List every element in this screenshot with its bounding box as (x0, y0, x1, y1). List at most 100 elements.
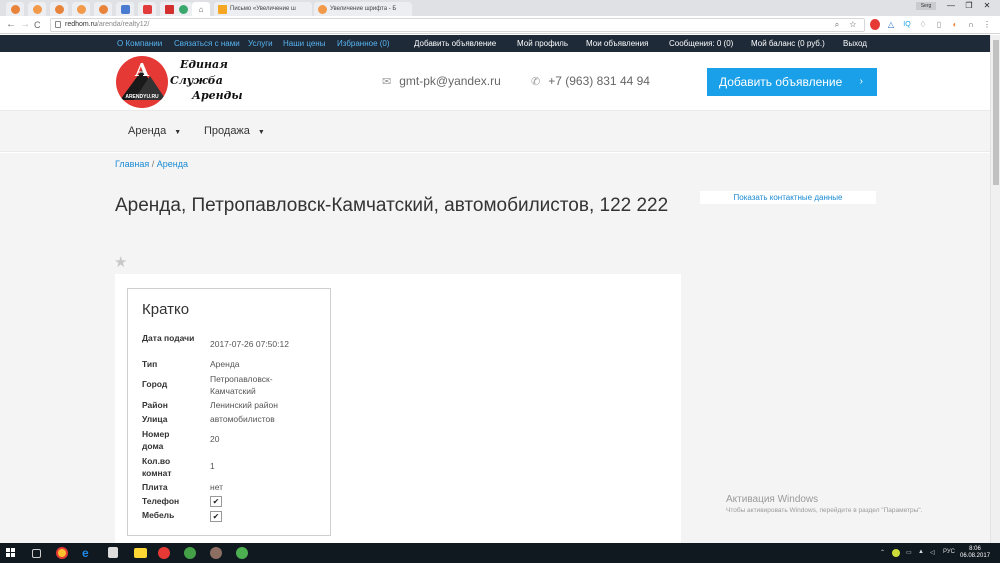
bookmark-star-icon[interactable]: ⌕ ☆ (835, 19, 860, 31)
close-button[interactable]: ✕ (974, 0, 1000, 12)
nav-link-prices[interactable]: Наши цены (283, 39, 325, 48)
nav-link-balance[interactable]: Мой баланс (0 руб.) (751, 39, 825, 48)
url-path: /arenda/realty12/ (96, 21, 150, 28)
page-scrollbar[interactable] (990, 35, 1000, 543)
field-value: 1 (210, 461, 215, 471)
field-label: Дата подачи (142, 333, 195, 343)
breadcrumb-home[interactable]: Главная (115, 159, 149, 169)
nav-link-logout[interactable]: Выход (843, 39, 867, 48)
forward-arrow-icon[interactable]: → (20, 19, 30, 31)
app-icon[interactable] (210, 547, 222, 559)
windows-start-icon[interactable] (6, 548, 16, 558)
field-value: 2017-07-26 07:50:12 (210, 339, 289, 349)
drive-icon[interactable]: △ (886, 19, 896, 30)
tray-arrow-icon[interactable]: ⌃ (880, 549, 885, 556)
nav-link-about[interactable]: О Компании (117, 39, 162, 48)
task-view-icon[interactable] (32, 549, 41, 558)
phone-checkbox[interactable]: ✔ (210, 496, 222, 507)
summary-heading: Кратко (142, 301, 190, 318)
extension-icon[interactable] (870, 19, 880, 30)
logo-letter: A (135, 60, 149, 81)
browser-tab-strip: ⌂ Письмо «Увеличение ш Увеличение шрифта… (0, 0, 1000, 16)
url-field[interactable]: redhom.ru/arenda/realty12/ ⌕ ☆ (50, 18, 865, 32)
profile-badge[interactable]: Serg (916, 2, 936, 10)
browser-tab[interactable]: Письмо «Увеличение ш (214, 2, 312, 16)
show-contacts-button[interactable]: Показать контактные данные (700, 191, 876, 204)
whatsapp-icon[interactable] (184, 547, 196, 559)
header-phone: ✆ +7 (963) 831 44 94 (531, 74, 650, 88)
network-icon[interactable]: ▲ (918, 549, 924, 555)
field-label: Кол.во комнат (142, 456, 172, 478)
field-label: Номер дома (142, 429, 170, 451)
torrent-icon[interactable] (236, 547, 248, 559)
opera-icon[interactable] (158, 547, 170, 559)
email-text: gmt-pk@yandex.ru (399, 74, 501, 88)
battery-icon[interactable]: ▭ (906, 549, 912, 556)
menu-item-sale[interactable]: Продажа ▼ (204, 125, 265, 137)
menu-item-rent[interactable]: Аренда ▼ (128, 125, 181, 137)
reload-icon[interactable]: C (34, 19, 41, 31)
menu-icon[interactable]: ⋮ (982, 19, 992, 30)
add-listing-button[interactable]: Добавить объявление › (707, 68, 877, 96)
tray-app-icon[interactable] (892, 549, 900, 557)
browser-tab-active[interactable]: ⌂ (192, 2, 210, 16)
site-favicon-icon (120, 4, 130, 14)
site-logo[interactable]: A ARENDYU.RU (116, 56, 168, 108)
nav-link-add-listing[interactable]: Добавить объявление (414, 39, 496, 48)
nav-link-services[interactable]: Услуги (248, 39, 273, 48)
site-favicon-icon (164, 4, 174, 14)
tab-title: Увеличение шрифта - Б (330, 6, 397, 12)
browser-tab[interactable] (138, 2, 156, 16)
field-label: Город (142, 379, 168, 389)
nav-link-favorites[interactable]: Избранное (0) (337, 39, 390, 48)
language-indicator[interactable]: РУС (943, 549, 955, 555)
browser-tab[interactable] (6, 2, 24, 16)
browser-tab[interactable] (94, 2, 112, 16)
shield-icon[interactable]: ♢ (918, 19, 928, 30)
site-favicon-icon (10, 4, 20, 14)
breadcrumb-current[interactable]: Аренда (157, 159, 188, 169)
field-value: нет (210, 482, 224, 492)
back-arrow-icon[interactable]: ← (6, 19, 16, 31)
logo-text-line: Единая (180, 58, 228, 71)
browser-tab[interactable] (116, 2, 134, 16)
browser-tab[interactable] (50, 2, 68, 16)
caret-down-icon: ▼ (257, 129, 265, 136)
browser-tab[interactable] (72, 2, 90, 16)
page-info-icon (55, 21, 61, 28)
nav-link-messages[interactable]: Сообщения: 0 (0) (669, 39, 733, 48)
menu-item-label: Аренда (128, 125, 167, 137)
nav-link-contact[interactable]: Связаться с нами (174, 39, 240, 48)
caret-down-icon: ▼ (174, 129, 182, 136)
browser-tab[interactable]: Увеличение шрифта - Б (314, 2, 412, 16)
checkmark-icon: ✔ (212, 512, 220, 521)
field-label: Тип (142, 359, 158, 369)
extension-icon[interactable]: ◐ (950, 19, 960, 30)
system-clock[interactable]: 8:06 06.08.2017 (960, 546, 990, 560)
field-value: Петропавловск-Камчатский (210, 374, 273, 396)
site-favicon-icon (142, 4, 152, 14)
field-label: Мебель (142, 510, 175, 520)
site-top-nav: О Компании Связаться с нами Услуги Наши … (0, 35, 1000, 52)
clock-date: 06.08.2017 (960, 553, 991, 559)
browser-tab[interactable] (28, 2, 46, 16)
furniture-checkbox[interactable]: ✔ (210, 511, 222, 522)
favorite-star-icon[interactable]: ★ (114, 255, 127, 271)
nav-link-my-listings[interactable]: Мои объявления (586, 39, 648, 48)
scrollbar-thumb[interactable] (993, 40, 999, 185)
extension-icon[interactable]: ▯ (934, 19, 944, 30)
headphones-icon[interactable]: ∩ (966, 19, 976, 30)
breadcrumb: Главная / Аренда (115, 159, 188, 169)
site-favicon-icon (98, 4, 108, 14)
file-explorer-icon[interactable] (134, 548, 147, 558)
site-favicon-icon (178, 4, 188, 14)
browser-tab[interactable] (174, 2, 192, 16)
nav-link-profile[interactable]: Мой профиль (517, 39, 568, 48)
edge-icon[interactable]: e (82, 547, 94, 559)
phone-text: +7 (963) 831 44 94 (548, 74, 650, 88)
store-icon[interactable] (108, 547, 118, 558)
chrome-icon[interactable] (56, 547, 68, 559)
iq-extension-icon[interactable]: IQ (902, 19, 912, 30)
volume-icon[interactable]: ◁ (930, 549, 935, 556)
phone-icon: ✆ (531, 76, 541, 88)
